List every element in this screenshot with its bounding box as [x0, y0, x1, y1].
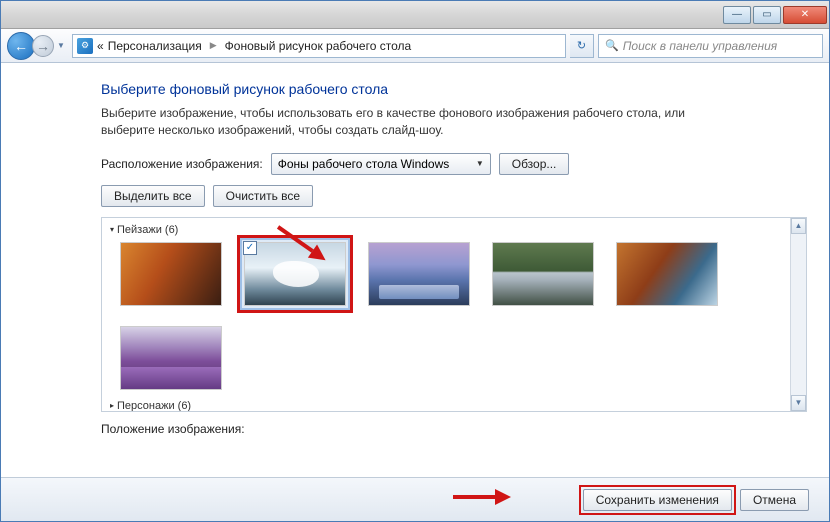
scrollbar[interactable]: ▲ ▼	[790, 218, 806, 411]
clear-all-button[interactable]: Очистить все	[213, 185, 313, 207]
content-area: Выберите фоновый рисунок рабочего стола …	[1, 63, 829, 477]
selection-buttons-row: Выделить все Очистить все	[101, 185, 807, 207]
location-dropdown[interactable]: Фоны рабочего стола Windows ▼	[271, 153, 491, 175]
refresh-button[interactable]: ↻	[570, 34, 594, 58]
collapse-triangle-icon: ▸	[110, 401, 114, 410]
window: — ▭ ✕ ← → ▼ ⚙ « Персонализация ▶ Фоновый…	[0, 0, 830, 522]
wallpaper-thumb-4[interactable]	[492, 242, 594, 306]
close-icon: ✕	[801, 9, 809, 20]
scroll-up-button[interactable]: ▲	[791, 218, 806, 234]
group-landscapes[interactable]: ▾ Пейзажи (6)	[110, 224, 798, 236]
wallpaper-thumb-2[interactable]: ✓	[244, 242, 346, 306]
wallpaper-thumb-1[interactable]	[120, 242, 222, 306]
search-placeholder: Поиск в панели управления	[623, 39, 778, 53]
titlebar: — ▭ ✕	[1, 1, 829, 29]
back-button[interactable]: ←	[7, 32, 35, 60]
wallpaper-thumb-3[interactable]	[368, 242, 470, 306]
wallpaper-picker: ▾ Пейзажи (6) ✓ ▸ Персонажи (6) ▲	[101, 217, 807, 412]
navigation-bar: ← → ▼ ⚙ « Персонализация ▶ Фоновый рисун…	[1, 29, 829, 63]
breadcrumb-prefix: «	[97, 39, 104, 53]
back-arrow-icon: ←	[14, 38, 28, 54]
page-description: Выберите изображение, чтобы использовать…	[101, 105, 721, 139]
wallpaper-thumb-5[interactable]	[616, 242, 718, 306]
browse-button[interactable]: Обзор...	[499, 153, 570, 175]
cancel-button[interactable]: Отмена	[740, 489, 809, 511]
breadcrumb-personalization[interactable]: Персонализация	[108, 39, 202, 53]
control-panel-icon: ⚙	[77, 38, 93, 54]
nav-buttons: ← → ▼	[7, 32, 68, 60]
maximize-button[interactable]: ▭	[753, 6, 781, 24]
location-value: Фоны рабочего стола Windows	[278, 157, 450, 171]
maximize-icon: ▭	[762, 9, 771, 20]
location-label: Расположение изображения:	[101, 157, 263, 171]
close-button[interactable]: ✕	[783, 6, 827, 24]
select-all-button[interactable]: Выделить все	[101, 185, 205, 207]
minimize-icon: —	[732, 9, 742, 20]
refresh-icon: ↻	[577, 39, 586, 52]
location-row: Расположение изображения: Фоны рабочего …	[101, 153, 807, 175]
checkbox-checked-icon[interactable]: ✓	[243, 241, 257, 255]
thumbnails-row: ✓	[110, 242, 798, 390]
collapse-triangle-icon: ▾	[110, 225, 114, 234]
nav-history-dropdown[interactable]: ▼	[54, 35, 68, 57]
position-label: Положение изображения:	[101, 422, 807, 436]
wallpaper-thumb-6[interactable]	[120, 326, 222, 390]
footer-bar: Сохранить изменения Отмена	[1, 477, 829, 521]
group-characters[interactable]: ▸ Персонажи (6)	[110, 400, 798, 412]
group-characters-label: Персонажи (6)	[117, 400, 191, 412]
group-landscapes-label: Пейзажи (6)	[117, 224, 178, 236]
page-title: Выберите фоновый рисунок рабочего стола	[101, 81, 807, 97]
breadcrumb-separator-icon: ▶	[206, 40, 221, 51]
chevron-down-icon: ▼	[476, 159, 484, 168]
minimize-button[interactable]: —	[723, 6, 751, 24]
address-bar[interactable]: ⚙ « Персонализация ▶ Фоновый рисунок раб…	[72, 34, 566, 58]
breadcrumb-desktop-background[interactable]: Фоновый рисунок рабочего стола	[225, 39, 412, 53]
forward-button[interactable]: →	[32, 35, 54, 57]
scroll-down-button[interactable]: ▼	[791, 395, 806, 411]
forward-arrow-icon: →	[36, 38, 50, 54]
save-changes-button[interactable]: Сохранить изменения	[583, 489, 732, 511]
search-icon: 🔍	[605, 39, 619, 52]
search-input[interactable]: 🔍 Поиск в панели управления	[598, 34, 823, 58]
